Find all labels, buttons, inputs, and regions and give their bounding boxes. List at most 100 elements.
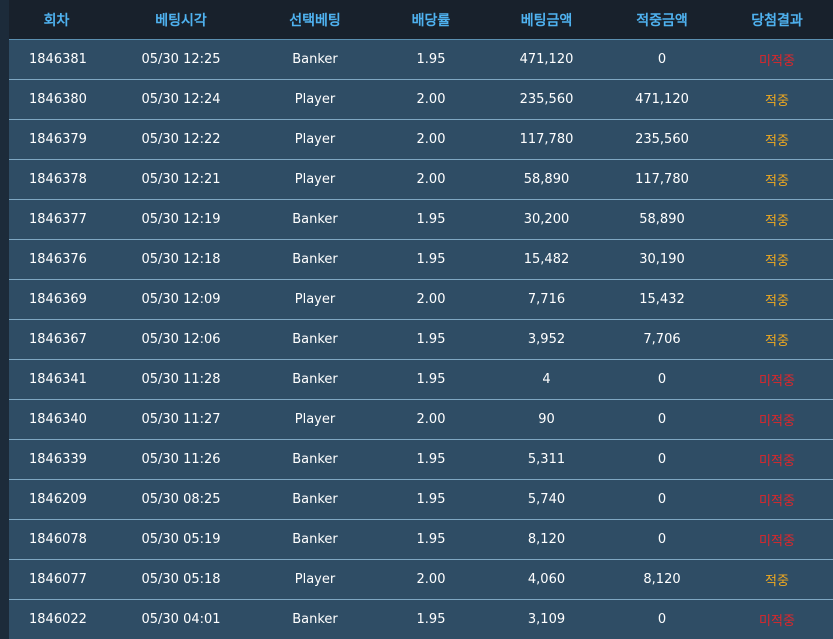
cell-pick: Banker	[292, 252, 338, 267]
cell-odds: 1.95	[416, 492, 446, 507]
cell-bet-amount: 8,120	[527, 532, 566, 547]
cell-round: 1846376	[29, 252, 87, 267]
cell-result: 미적중	[759, 414, 795, 429]
cell-result: 적중	[765, 94, 789, 109]
cell-win-amount: 30,190	[639, 252, 685, 267]
cell-round: 1846377	[29, 212, 87, 227]
cell-bet-time: 05/30 05:19	[141, 532, 221, 547]
cell-odds: 1.95	[416, 212, 446, 227]
cell-odds: 2.00	[416, 172, 446, 187]
cell-result: 미적중	[759, 614, 795, 629]
cell-round: 1846381	[29, 52, 87, 67]
cell-result: 적중	[765, 294, 789, 309]
cell-odds: 2.00	[416, 572, 446, 587]
cell-round: 1846078	[29, 532, 87, 547]
cell-bet-amount: 3,109	[527, 612, 566, 627]
table-header: 회차 베팅시각 선택베팅 배당률 베팅금액 적중금액 당첨결과	[9, 0, 833, 40]
cell-odds: 1.95	[416, 52, 446, 67]
cell-win-amount: 7,706	[643, 332, 681, 347]
cell-result: 미적중	[759, 534, 795, 549]
table-row: 1846078 05/30 05:19 Banker 1.95 8,120 0 미적중	[9, 520, 833, 560]
cell-bet-amount: 235,560	[519, 92, 574, 107]
header-pick: 선택베팅	[289, 12, 341, 29]
cell-odds: 1.95	[416, 372, 446, 387]
cell-bet-time: 05/30 12:18	[141, 252, 221, 267]
cell-pick: Banker	[292, 212, 338, 227]
cell-round: 1846341	[29, 372, 87, 387]
cell-bet-time: 05/30 12:25	[141, 52, 221, 67]
table-row: 1846340 05/30 11:27 Player 2.00 90 0 미적중	[9, 400, 833, 440]
cell-bet-time: 05/30 12:24	[141, 92, 221, 107]
cell-win-amount: 235,560	[635, 132, 689, 147]
table-row: 1846209 05/30 08:25 Banker 1.95 5,740 0 미적중	[9, 480, 833, 520]
cell-win-amount: 8,120	[643, 572, 681, 587]
cell-pick: Banker	[292, 332, 338, 347]
cell-win-amount: 117,780	[635, 172, 689, 187]
table-row: 1846377 05/30 12:19 Banker 1.95 30,200 58,890…	[9, 200, 833, 240]
cell-bet-amount: 4,060	[527, 572, 566, 587]
cell-pick: Player	[294, 292, 336, 307]
cell-win-amount: 0	[657, 612, 667, 627]
cell-round: 1846339	[29, 452, 87, 467]
cell-win-amount: 0	[657, 52, 667, 67]
cell-odds: 2.00	[416, 292, 446, 307]
cell-pick: Banker	[292, 612, 338, 627]
cell-bet-time: 05/30 12:19	[141, 212, 221, 227]
cell-win-amount: 471,120	[635, 92, 689, 107]
cell-bet-amount: 117,780	[519, 132, 574, 147]
cell-win-amount: 0	[657, 492, 667, 507]
table-row: 1846367 05/30 12:06 Banker 1.95 3,952 7,706 적중	[9, 320, 833, 360]
cell-pick: Banker	[292, 52, 338, 67]
cell-result: 적중	[765, 334, 789, 349]
cell-bet-amount: 5,311	[527, 452, 566, 467]
cell-result: 미적중	[759, 374, 795, 389]
cell-result: 적중	[765, 134, 789, 149]
table-row: 1846381 05/30 12:25 Banker 1.95 471,120 0 미적중	[9, 40, 833, 80]
cell-bet-time: 05/30 11:26	[141, 452, 221, 467]
cell-pick: Banker	[292, 452, 338, 467]
cell-round: 1846340	[29, 412, 87, 427]
header-win-amount: 적중금액	[636, 12, 688, 29]
table-row: 1846376 05/30 12:18 Banker 1.95 15,482 30,190…	[9, 240, 833, 280]
cell-bet-amount: 58,890	[523, 172, 570, 187]
table-row: 1846339 05/30 11:26 Banker 1.95 5,311 0 미적중	[9, 440, 833, 480]
table-body: 1846381 05/30 12:25 Banker 1.95 471,120 0 미적중 1…	[9, 40, 833, 639]
cell-bet-time: 05/30 04:01	[141, 612, 221, 627]
cell-win-amount: 0	[657, 372, 667, 387]
cell-bet-amount: 30,200	[523, 212, 570, 227]
cell-bet-amount: 3,952	[527, 332, 566, 347]
cell-win-amount: 0	[657, 532, 667, 547]
cell-odds: 1.95	[416, 252, 446, 267]
header-bet-amount: 베팅금액	[520, 12, 573, 29]
cell-odds: 1.95	[416, 532, 446, 547]
cell-result: 미적중	[759, 454, 795, 469]
cell-odds: 2.00	[416, 412, 446, 427]
cell-round: 1846077	[29, 572, 87, 587]
cell-round: 1846369	[29, 292, 87, 307]
cell-bet-time: 05/30 08:25	[141, 492, 221, 507]
cell-pick: Player	[294, 132, 336, 147]
cell-round: 1846367	[29, 332, 87, 347]
cell-bet-time: 05/30 12:06	[141, 332, 221, 347]
cell-bet-time: 05/30 12:21	[141, 172, 221, 187]
cell-win-amount: 0	[657, 412, 667, 427]
cell-odds: 1.95	[416, 332, 446, 347]
cell-odds: 1.95	[416, 612, 446, 627]
cell-pick: Player	[294, 172, 336, 187]
cell-bet-time: 05/30 05:18	[141, 572, 221, 587]
cell-win-amount: 0	[657, 452, 667, 467]
cell-bet-amount: 90	[538, 412, 555, 427]
cell-win-amount: 15,432	[639, 292, 685, 307]
cell-pick: Player	[294, 412, 336, 427]
cell-win-amount: 58,890	[639, 212, 685, 227]
table-row: 1846380 05/30 12:24 Player 2.00 235,560 471,1…	[9, 80, 833, 120]
cell-result: 미적중	[759, 494, 795, 509]
header-bet-time: 베팅시각	[155, 12, 207, 29]
cell-bet-time: 05/30 12:09	[141, 292, 221, 307]
table-row: 1846378 05/30 12:21 Player 2.00 58,890 117,78…	[9, 160, 833, 200]
cell-odds: 1.95	[416, 452, 446, 467]
table-row: 1846341 05/30 11:28 Banker 1.95 4 0 미적중	[9, 360, 833, 400]
header-round: 회차	[43, 12, 70, 29]
cell-round: 1846380	[29, 92, 87, 107]
cell-pick: Banker	[292, 492, 338, 507]
